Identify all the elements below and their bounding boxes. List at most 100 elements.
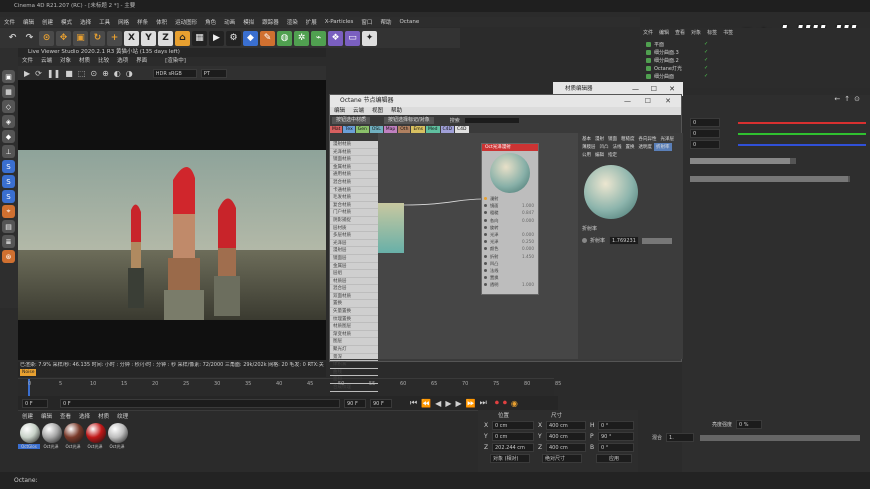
scale-icon[interactable]: ▣ <box>73 30 88 46</box>
node-input-pin[interactable]: 颜色 0.000 <box>482 245 538 252</box>
node-list-item[interactable]: 混合材质 <box>330 179 378 187</box>
ne-menu-item[interactable]: 视图 <box>368 107 387 115</box>
keyframe-icon[interactable]: ◉ <box>511 399 518 408</box>
node-list-item[interactable]: 多层材质 <box>330 232 378 240</box>
ne-menu-item[interactable]: 帮助 <box>387 107 406 115</box>
end-frame-field[interactable]: 90 F <box>344 398 366 408</box>
lv-play-icon[interactable]: ▶ <box>24 69 30 78</box>
lv-pause-icon[interactable]: ❚❚ <box>47 69 60 78</box>
mat-menu-item[interactable]: 选择 <box>75 412 94 420</box>
node-list-item[interactable]: 阴影捕捉 <box>330 217 378 225</box>
channel-value-field[interactable]: 0 <box>690 140 720 149</box>
coord-position-field[interactable]: 202.244 cm <box>492 442 534 452</box>
node-list-item[interactable]: 复合材质 <box>330 202 378 210</box>
color-space-select[interactable]: HDR sRGB <box>152 68 197 78</box>
lv-clay-icon[interactable]: ◐ <box>114 69 121 78</box>
menu-item[interactable]: Octane <box>395 19 423 25</box>
select-tag-button[interactable]: 按钮选择标记/对象 <box>384 116 434 124</box>
node-list-item[interactable]: 光泽层 <box>330 240 378 248</box>
node-list-item[interactable]: 漫射层 <box>330 247 378 255</box>
polygons-mode-icon[interactable]: ◆ <box>2 130 15 143</box>
layer-icon[interactable]: ≣ <box>2 235 15 248</box>
node-list-item[interactable]: 金属层 <box>330 263 378 271</box>
lv-menu-item[interactable]: 比较 <box>94 57 113 66</box>
lock-icon[interactable]: ⊛ <box>2 250 15 263</box>
coord-size-field[interactable]: 400 cm <box>546 420 586 430</box>
render-mode-select[interactable]: PT <box>200 68 227 78</box>
node-list-item[interactable]: 漫射材质 <box>330 141 378 149</box>
lv-menu-item[interactable]: 材质 <box>75 57 94 66</box>
select-material-button[interactable]: 按钮选中材质 <box>332 116 371 124</box>
node-graph[interactable] <box>378 133 578 359</box>
node-list-item[interactable]: 聚光灯 <box>330 346 378 354</box>
channel-slider[interactable] <box>738 143 866 146</box>
attr-up-icon[interactable]: ↑ <box>844 95 850 103</box>
ior-radio[interactable] <box>582 238 587 243</box>
node-input-pin[interactable]: 各向 0.000 <box>482 217 538 224</box>
menu-item[interactable]: 编辑 <box>19 18 38 26</box>
node-list-item[interactable]: 混合层 <box>330 285 378 293</box>
node-list-item[interactable]: 渐变材质 <box>330 331 378 339</box>
ne-close-icon[interactable]: ✕ <box>665 95 671 107</box>
coord-position-field[interactable]: 0 cm <box>492 431 534 441</box>
material-item[interactable]: Oct光泽 <box>40 420 62 450</box>
add-icon[interactable]: + <box>107 30 122 46</box>
move-icon[interactable]: ✥ <box>56 30 71 46</box>
mat-menu-item[interactable]: 创建 <box>18 412 37 420</box>
render-settings-icon[interactable]: ⚙ <box>226 30 241 46</box>
ne-menu-item[interactable]: 云端 <box>349 107 368 115</box>
menu-item[interactable]: 体积 <box>152 18 171 26</box>
undo-icon[interactable]: ↶ <box>5 31 20 46</box>
material-item[interactable]: Oct光泽 <box>62 420 84 450</box>
check-icon[interactable]: ✓ <box>704 41 708 47</box>
menu-item[interactable]: 文件 <box>0 18 19 26</box>
grid-icon[interactable]: ▤ <box>2 220 15 233</box>
node-input-pin[interactable]: 光泽 0.000 <box>482 231 538 238</box>
coord-size-select[interactable]: 绝对尺寸 <box>542 454 582 463</box>
node-input-pin[interactable]: 折射 1.450 <box>482 253 538 260</box>
points-mode-icon[interactable]: ◇ <box>2 100 15 113</box>
mix-field[interactable]: 1. <box>666 433 695 442</box>
ne-min-icon[interactable]: — <box>624 95 631 107</box>
menu-item[interactable]: 窗口 <box>357 18 376 26</box>
property-tab[interactable]: 薄膜层 <box>580 143 598 151</box>
property-tab[interactable]: 公用 <box>580 151 593 159</box>
menu-item[interactable]: 运动图形 <box>171 18 201 26</box>
object-item[interactable]: 细分曲面.2 ✓ <box>640 56 870 64</box>
lv-menu-item[interactable]: 文件 <box>18 57 37 66</box>
menu-item[interactable]: 样条 <box>133 18 152 26</box>
node-category-tab[interactable]: Med <box>426 125 440 133</box>
z-axis-icon[interactable]: Z <box>158 30 173 46</box>
check-icon[interactable]: ✓ <box>704 65 708 71</box>
property-tab[interactable]: 凹凸 <box>598 143 611 151</box>
property-tab[interactable]: 折射率 <box>654 143 672 151</box>
lv-menu-item[interactable]: 选项 <box>113 57 132 66</box>
node-category-tab[interactable]: Tex <box>343 125 355 133</box>
deformer-icon[interactable]: ⌁ <box>311 30 326 46</box>
end-frame-field-2[interactable]: 90 F <box>370 398 392 408</box>
menu-item[interactable]: 网格 <box>114 18 133 26</box>
node-input-pin[interactable]: 置换 <box>482 274 538 281</box>
coord-position-field[interactable]: 0 cm <box>492 420 534 430</box>
cube-icon[interactable]: ◆ <box>243 30 258 46</box>
node-list-item[interactable]: 镜面层 <box>330 255 378 263</box>
render-icon[interactable]: ▶ <box>209 30 224 46</box>
prev-key-icon[interactable]: ⏪ <box>421 399 431 408</box>
material-item[interactable]: Oct光泽 <box>84 420 106 450</box>
lv-menu-item[interactable]: 对象 <box>56 57 75 66</box>
model-mode-icon[interactable]: ▣ <box>2 70 15 83</box>
menu-item[interactable]: 创建 <box>38 18 57 26</box>
node-list-item[interactable]: 金属材质 <box>330 164 378 172</box>
node-input-pin[interactable]: 粗糙 0.847 <box>482 209 538 216</box>
prev-frame-icon[interactable]: ◀ <box>435 399 441 408</box>
property-tab[interactable]: 粗糙度 <box>619 135 637 143</box>
render-view-icon[interactable]: ▦ <box>192 30 207 46</box>
menu-item[interactable]: 帮助 <box>376 18 395 26</box>
ne-menu-item[interactable]: 编辑 <box>330 107 349 115</box>
material-item[interactable]: Oct光泽 <box>106 420 128 450</box>
property-tab[interactable]: 光泽层 <box>659 135 677 143</box>
node-list-item[interactable]: 材质层 <box>330 278 378 286</box>
mat-menu-item[interactable]: 编辑 <box>37 412 56 420</box>
coord-mode-select[interactable]: 对象 (相对) <box>490 454 530 463</box>
node-category-tab[interactable]: C4D <box>440 125 455 133</box>
